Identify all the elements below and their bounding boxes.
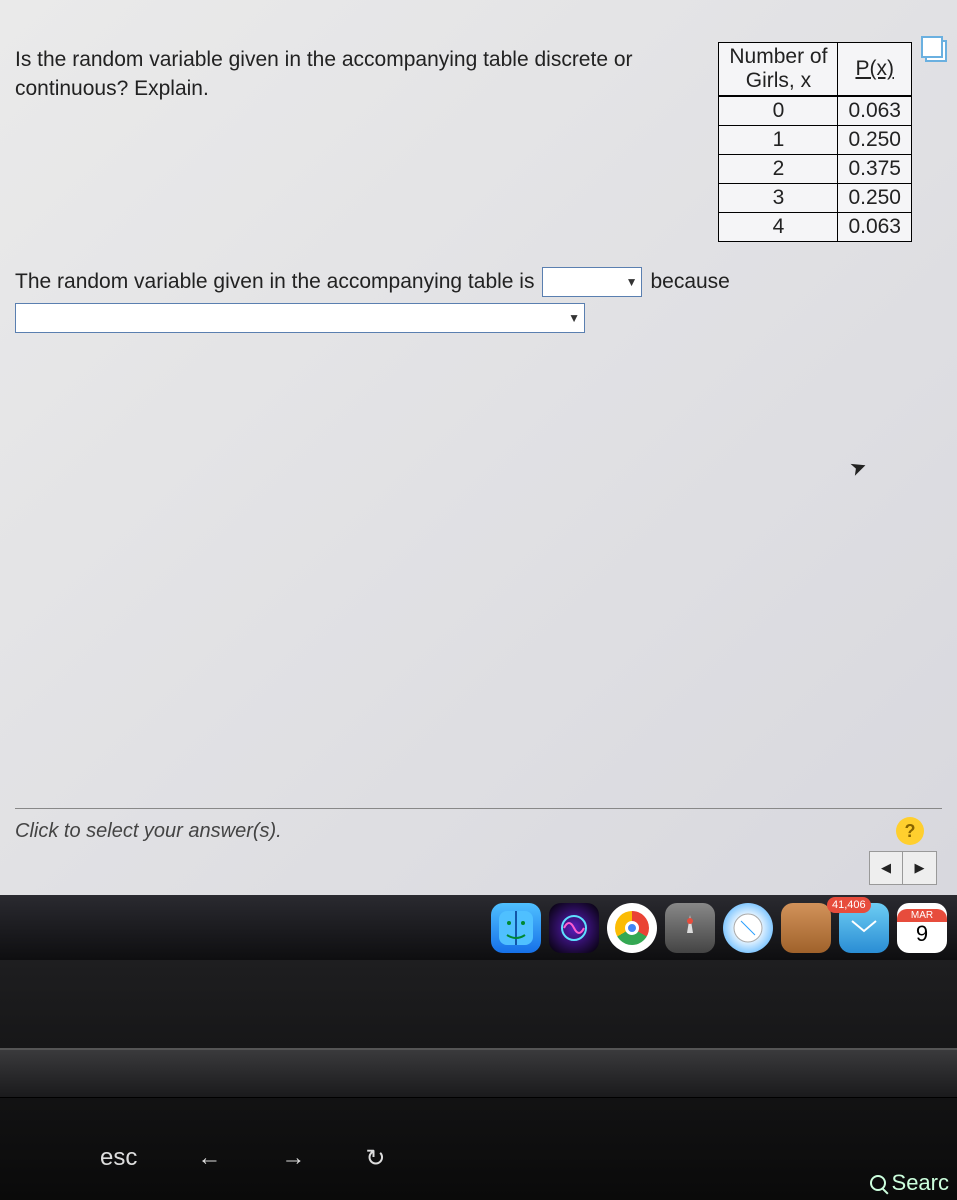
dropdown-reason[interactable]: ▼ (15, 303, 585, 333)
table-row: 10.250 (719, 126, 912, 155)
calendar-month: MAR (897, 909, 947, 922)
nav-arrows: ◀ ▶ (869, 851, 937, 885)
probability-table: Number of Girls, x P(x) 00.063 10.250 20… (718, 42, 912, 242)
forward-key[interactable]: → (281, 1144, 305, 1172)
mail-icon[interactable]: 41,406 (839, 903, 889, 953)
cursor-icon: ➤ (846, 453, 870, 482)
table-row: 20.375 (719, 155, 912, 184)
answer-sentence: The random variable given in the accompa… (15, 267, 942, 297)
copy-icon[interactable] (925, 40, 947, 62)
prev-button[interactable]: ◀ (869, 851, 903, 885)
chevron-down-icon: ▼ (568, 311, 580, 325)
next-button[interactable]: ▶ (903, 851, 937, 885)
safari-icon[interactable] (723, 903, 773, 953)
esc-key[interactable]: esc (100, 1144, 137, 1172)
footer: Click to select your answer(s). ? (15, 808, 942, 845)
table-row: 30.250 (719, 184, 912, 213)
sentence-part2: because (650, 270, 729, 294)
reload-key[interactable]: ↻ (365, 1144, 385, 1173)
mail-badge: 41,406 (827, 897, 871, 913)
launchpad-icon[interactable] (665, 903, 715, 953)
finder-icon[interactable] (491, 903, 541, 953)
table-row: 40.063 (719, 213, 912, 242)
table-header-x: Number of Girls, x (719, 43, 838, 97)
back-key[interactable]: ← (197, 1144, 221, 1172)
answer-sentence-line2: ▼ (15, 303, 942, 333)
question-row: Is the random variable given in the acco… (15, 20, 942, 242)
chrome-icon[interactable] (607, 903, 657, 953)
dock-app-icon[interactable] (781, 903, 831, 953)
footer-hint: Click to select your answer(s). (15, 820, 282, 843)
search-icon (870, 1175, 886, 1191)
assessment-screen: Is the random variable given in the acco… (0, 0, 957, 895)
search-stub: Searc (870, 1170, 949, 1196)
sentence-part1: The random variable given in the accompa… (15, 270, 534, 294)
table-row: 00.063 (719, 96, 912, 126)
table-header-px: P(x) (838, 43, 912, 97)
help-button[interactable]: ? (896, 817, 924, 845)
siri-icon[interactable] (549, 903, 599, 953)
chevron-down-icon: ▼ (626, 275, 638, 289)
touchbar (0, 1048, 957, 1098)
calendar-icon[interactable]: MAR 9 (897, 903, 947, 953)
calendar-day: 9 (897, 922, 947, 946)
touchbar-keys: esc ← → ↻ (100, 1128, 957, 1188)
laptop-keyboard-area: esc ← → ↻ Searc (0, 960, 957, 1200)
question-text: Is the random variable given in the acco… (15, 20, 688, 242)
dropdown-variable-type[interactable]: ▼ (542, 267, 642, 297)
macos-dock: 41,406 MAR 9 (0, 895, 957, 960)
